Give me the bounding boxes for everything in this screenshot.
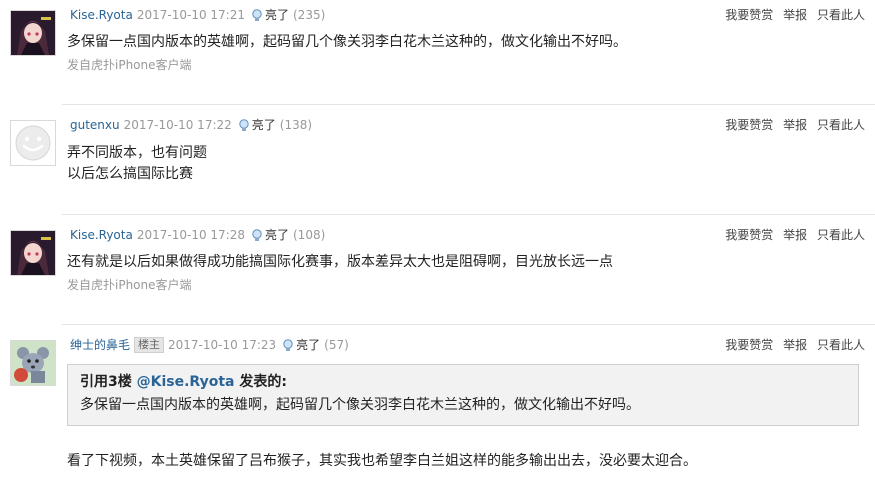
lightbulb-icon — [252, 228, 262, 241]
like-label: 亮了 — [251, 118, 276, 132]
post-divider — [62, 214, 875, 215]
only-this-user-link[interactable]: 只看此人 — [817, 8, 865, 22]
content-line: 以后怎么搞国际比赛 — [67, 166, 193, 182]
post-divider — [62, 324, 875, 325]
username-link[interactable]: 绅士的鼻毛 — [70, 336, 130, 354]
post-source: 发自虎扑iPhone客户端 — [67, 278, 192, 292]
post-meta: Kise.Ryota 2017-10-10 17:21 亮了 (235) — [70, 6, 325, 24]
post-time: 2017-10-10 17:21 — [136, 8, 245, 22]
post-actions: 我要赞赏 举报 只看此人 — [719, 116, 865, 134]
content-line: 看了下视频，本土英雄保留了吕布猴子，其实我也希望李白兰姐这样的能多输出出去，没必… — [67, 453, 697, 469]
post-time: 2017-10-10 17:23 — [168, 338, 277, 352]
post-actions: 我要赞赏 举报 只看此人 — [719, 336, 865, 354]
only-this-user-link[interactable]: 只看此人 — [817, 118, 865, 132]
post-time: 2017-10-10 17:22 — [123, 118, 232, 132]
post-content: 看了下视频，本土英雄保留了吕布猴子，其实我也希望李白兰姐这样的能多输出出去，没必… — [67, 451, 697, 472]
post-source: 发自虎扑iPhone客户端 — [67, 58, 192, 72]
post-content: 还有就是以后如果做得成功能搞国际化赛事，版本差异太大也是阻碍啊，目光放长远一点 — [67, 252, 613, 273]
like-label: 亮了 — [264, 8, 289, 22]
report-link[interactable]: 举报 — [783, 118, 807, 132]
like-label: 亮了 — [296, 338, 321, 352]
username-link[interactable]: Kise.Ryota — [70, 226, 133, 244]
username-link[interactable]: gutenxu — [70, 116, 120, 134]
quote-user-link[interactable]: @Kise.Ryota — [137, 374, 235, 390]
like-count: (57) — [324, 338, 349, 352]
quote-header: 引用3楼 @Kise.Ryota 发表的: — [80, 373, 287, 391]
user-avatar[interactable] — [10, 10, 56, 56]
like-button[interactable]: 亮了 — [251, 226, 289, 244]
report-link[interactable]: 举报 — [783, 228, 807, 242]
like-button[interactable]: 亮了 — [238, 116, 276, 134]
user-avatar[interactable] — [10, 340, 56, 386]
post-time: 2017-10-10 17:28 — [136, 228, 245, 242]
like-count: (138) — [279, 118, 313, 132]
quoted-post: 引用3楼 @Kise.Ryota 发表的: 多保留一点国内版本的英雄啊，起码留几… — [67, 364, 859, 426]
like-button[interactable]: 亮了 — [282, 336, 320, 354]
like-count: (108) — [293, 228, 326, 242]
like-label: 亮了 — [264, 228, 289, 242]
username-link[interactable]: Kise.Ryota — [70, 6, 133, 24]
user-avatar[interactable] — [10, 230, 56, 276]
like-count: (235) — [293, 8, 326, 22]
thread-owner-badge: 楼主 — [134, 337, 165, 353]
post-meta: Kise.Ryota 2017-10-10 17:28 亮了 (108) — [70, 226, 325, 244]
lightbulb-icon — [252, 8, 262, 21]
post-divider — [62, 104, 875, 105]
content-line: 弄不同版本，也有问题 — [67, 145, 207, 161]
quote-prefix: 引用3楼 — [80, 374, 137, 390]
post-actions: 我要赞赏 举报 只看此人 — [719, 226, 865, 244]
reward-link[interactable]: 我要赞赏 — [725, 118, 773, 132]
reward-link[interactable]: 我要赞赏 — [725, 228, 773, 242]
content-line: 多保留一点国内版本的英雄啊，起码留几个像关羽李白花木兰这种的，做文化输出不好吗。 — [67, 34, 627, 50]
reward-link[interactable]: 我要赞赏 — [725, 8, 773, 22]
user-avatar[interactable] — [10, 120, 56, 166]
reward-link[interactable]: 我要赞赏 — [725, 338, 773, 352]
post-content: 多保留一点国内版本的英雄啊，起码留几个像关羽李白花木兰这种的，做文化输出不好吗。 — [67, 32, 627, 53]
post-meta: 绅士的鼻毛 楼主 2017-10-10 17:23 亮了 (57) — [70, 336, 349, 354]
quote-body: 多保留一点国内版本的英雄啊，起码留几个像关羽李白花木兰这种的，做文化输出不好吗。 — [80, 397, 640, 413]
post-content: 弄不同版本，也有问题 以后怎么搞国际比赛 — [67, 143, 207, 185]
cartoon-mouse-avatar-icon — [11, 341, 55, 385]
lightbulb-icon — [283, 338, 293, 351]
content-line: 还有就是以后如果做得成功能搞国际化赛事，版本差异太大也是阻碍啊，目光放长远一点 — [67, 254, 613, 270]
only-this-user-link[interactable]: 只看此人 — [817, 228, 865, 242]
post-actions: 我要赞赏 举报 只看此人 — [719, 6, 865, 24]
report-link[interactable]: 举报 — [783, 338, 807, 352]
only-this-user-link[interactable]: 只看此人 — [817, 338, 865, 352]
report-link[interactable]: 举报 — [783, 8, 807, 22]
post-meta: gutenxu 2017-10-10 17:22 亮了 (138) — [70, 116, 312, 134]
quote-suffix: 发表的: — [234, 374, 287, 390]
anime-girl-avatar-icon — [11, 11, 55, 55]
default-smiley-avatar-icon — [11, 121, 55, 165]
anime-girl-avatar-icon — [11, 231, 55, 275]
like-button[interactable]: 亮了 — [251, 6, 289, 24]
lightbulb-icon — [239, 118, 249, 131]
